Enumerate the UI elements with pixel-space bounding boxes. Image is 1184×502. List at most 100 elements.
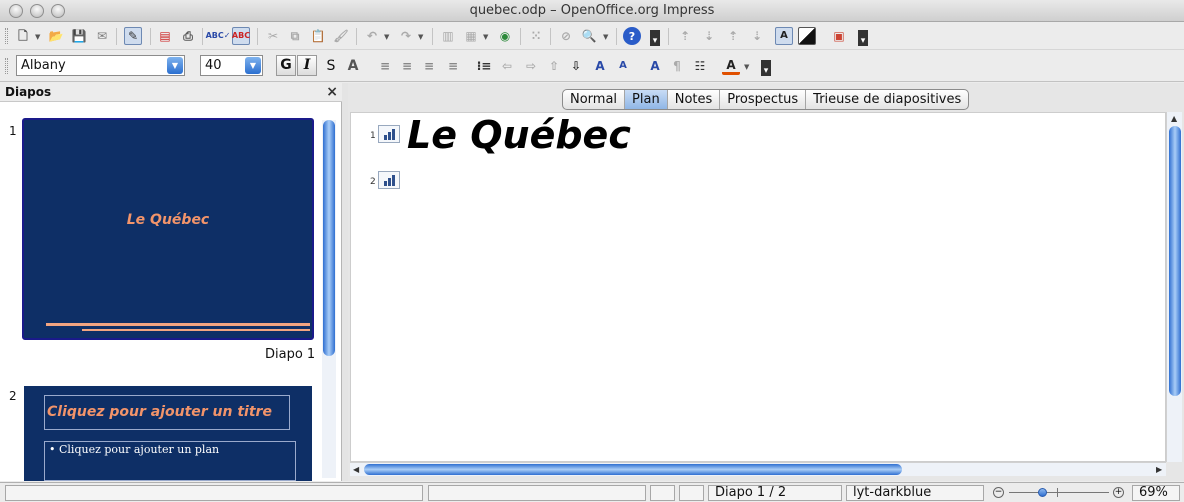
zoom-window-button[interactable]	[51, 4, 65, 18]
separator	[520, 28, 521, 45]
clone-format-icon[interactable]: 🖌	[332, 27, 350, 45]
save-icon[interactable]: 💾	[70, 27, 88, 45]
promote-arrow-icon[interactable]: ⇦	[498, 57, 516, 75]
tab-plan[interactable]: Plan	[625, 90, 668, 109]
move-down-arrow-icon[interactable]: ⇩	[567, 57, 585, 75]
zoom-icon[interactable]: 🔍	[580, 27, 598, 45]
status-layout-name: lyt-darkblue	[846, 485, 984, 501]
tab-notes[interactable]: Notes	[668, 90, 721, 109]
scrollbar-thumb[interactable]	[364, 464, 902, 475]
character-icon[interactable]: A	[646, 57, 664, 75]
tab-slide-sorter[interactable]: Trieuse de diapositives	[806, 90, 968, 109]
bold-button[interactable]: G	[276, 55, 296, 76]
scroll-up-icon[interactable]: ▲	[1171, 114, 1177, 123]
toolbar-grip[interactable]	[5, 58, 8, 74]
slides-pane-scrollbar[interactable]	[322, 120, 336, 478]
chevron-down-icon[interactable]: ▼	[384, 33, 389, 41]
black-white-icon[interactable]	[798, 27, 816, 45]
vertical-scrollbar[interactable]: ▲	[1166, 112, 1182, 462]
separator	[356, 28, 357, 45]
scrollbar-thumb[interactable]	[1169, 126, 1181, 396]
zoom-out-icon[interactable]: −	[993, 487, 1004, 498]
bullets-numbering-icon[interactable]: ☷	[691, 57, 709, 75]
outline-button[interactable]: A	[344, 57, 362, 75]
align-center-icon[interactable]: ≡	[398, 57, 416, 75]
zoom-in-icon[interactable]: +	[1113, 487, 1124, 498]
help-icon[interactable]: ?	[623, 27, 641, 45]
zoom-slider[interactable]: − +	[991, 485, 1127, 501]
zoom-level[interactable]: 69%	[1132, 485, 1180, 501]
slideshow-icon[interactable]: ▣	[830, 27, 848, 45]
open-icon[interactable]: 📂	[47, 27, 65, 45]
outline-canvas[interactable]	[350, 112, 1166, 462]
scroll-left-icon[interactable]: ◀	[353, 465, 359, 474]
zoom-slider-track[interactable]	[1009, 492, 1109, 493]
align-right-icon[interactable]: ≡	[420, 57, 438, 75]
outline-number: 2	[370, 177, 376, 187]
autospellcheck-icon[interactable]: ABC	[232, 27, 250, 45]
grid-icon[interactable]: ⁙	[527, 27, 545, 45]
chevron-down-icon[interactable]: ▼	[167, 57, 183, 74]
decrease-font-icon[interactable]: A	[614, 57, 632, 75]
align-left-icon[interactable]: ≡	[376, 57, 394, 75]
toolbar-grip[interactable]	[5, 28, 8, 44]
chevron-down-icon[interactable]: ▼	[35, 33, 40, 41]
demote-icon[interactable]: ⇣	[748, 27, 766, 45]
separator	[550, 28, 551, 45]
bullets-icon[interactable]: ⁝≡	[475, 57, 493, 75]
slide-thumbnail-title: Le Québec	[126, 212, 210, 228]
toolbar-overflow-icon[interactable]: ▾	[761, 60, 771, 76]
copy-icon[interactable]: ⧉	[286, 27, 304, 45]
undo-icon[interactable]: ↶	[363, 27, 381, 45]
chevron-down-icon[interactable]: ▼	[245, 57, 261, 74]
demote-arrow-icon[interactable]: ⇨	[522, 57, 540, 75]
paste-icon[interactable]: 📋	[309, 27, 327, 45]
chevron-down-icon[interactable]: ▼	[744, 63, 749, 71]
print-icon[interactable]: ⎙	[179, 27, 197, 45]
move-up-icon[interactable]: ⇡	[676, 27, 694, 45]
toolbar-overflow-icon[interactable]: ▾	[650, 30, 660, 46]
outline-slide-title[interactable]: Le Québec	[407, 113, 631, 157]
redo-icon[interactable]: ↷	[397, 27, 415, 45]
edit-file-icon[interactable]: ✎	[124, 27, 142, 45]
font-size-combo[interactable]: 40 ▼	[200, 55, 263, 76]
close-icon[interactable]: ×	[326, 83, 338, 102]
chevron-down-icon[interactable]: ▼	[418, 33, 423, 41]
spellcheck-icon[interactable]: ABC✓	[206, 27, 231, 45]
minimize-window-button[interactable]	[30, 4, 44, 18]
standard-toolbar: 🗋 ▼ 📂 💾 ✉ ✎ ▤ ⎙ ABC✓ ABC ✂ ⧉ 📋 🖌 ↶ ▼ ↷ ▼ ▥ …	[0, 22, 1184, 50]
scrollbar-thumb[interactable]	[323, 120, 335, 356]
move-down-icon[interactable]: ⇣	[700, 27, 718, 45]
italic-button[interactable]: I	[297, 55, 317, 76]
paragraph-icon[interactable]: ¶	[668, 57, 686, 75]
title-bar: quebec.odp – OpenOffice.org Impress	[0, 0, 1184, 22]
shadow-button[interactable]: S	[322, 57, 340, 75]
cut-icon[interactable]: ✂	[264, 27, 282, 45]
tab-normal[interactable]: Normal	[563, 90, 626, 109]
table-icon[interactable]: ▦	[462, 27, 480, 45]
slide-thumbnail-1[interactable]: Le Québec	[22, 118, 314, 340]
font-color-icon[interactable]: A	[722, 57, 740, 75]
chevron-down-icon[interactable]: ▼	[483, 33, 488, 41]
scroll-right-icon[interactable]: ▶	[1156, 465, 1162, 474]
toolbar-overflow-icon[interactable]: ▾	[858, 30, 868, 46]
export-pdf-icon[interactable]: ▤	[156, 27, 174, 45]
increase-font-icon[interactable]: A	[591, 57, 609, 75]
justify-icon[interactable]: ≡	[444, 57, 462, 75]
promote-icon[interactable]: ⇡	[724, 27, 742, 45]
navigator-icon[interactable]: ◉	[496, 27, 514, 45]
zoom-slider-knob[interactable]	[1038, 488, 1047, 497]
show-draw-icon[interactable]: ⊘	[557, 27, 575, 45]
separator	[668, 28, 669, 45]
move-up-arrow-icon[interactable]: ⇧	[545, 57, 563, 75]
email-icon[interactable]: ✉	[93, 27, 111, 45]
chevron-down-icon[interactable]: ▼	[603, 33, 608, 41]
horizontal-scrollbar[interactable]: ◀ ▶	[350, 462, 1166, 476]
chart-icon[interactable]: ▥	[439, 27, 457, 45]
font-name-combo[interactable]: Albany ▼	[16, 55, 185, 76]
slide-thumbnail-2[interactable]: Cliquez pour ajouter un titre • Cliquez …	[24, 386, 312, 481]
formatting-toggle-icon[interactable]: A	[775, 27, 793, 45]
close-window-button[interactable]	[9, 4, 23, 18]
tab-prospectus[interactable]: Prospectus	[720, 90, 807, 109]
new-icon[interactable]: 🗋	[14, 27, 32, 45]
